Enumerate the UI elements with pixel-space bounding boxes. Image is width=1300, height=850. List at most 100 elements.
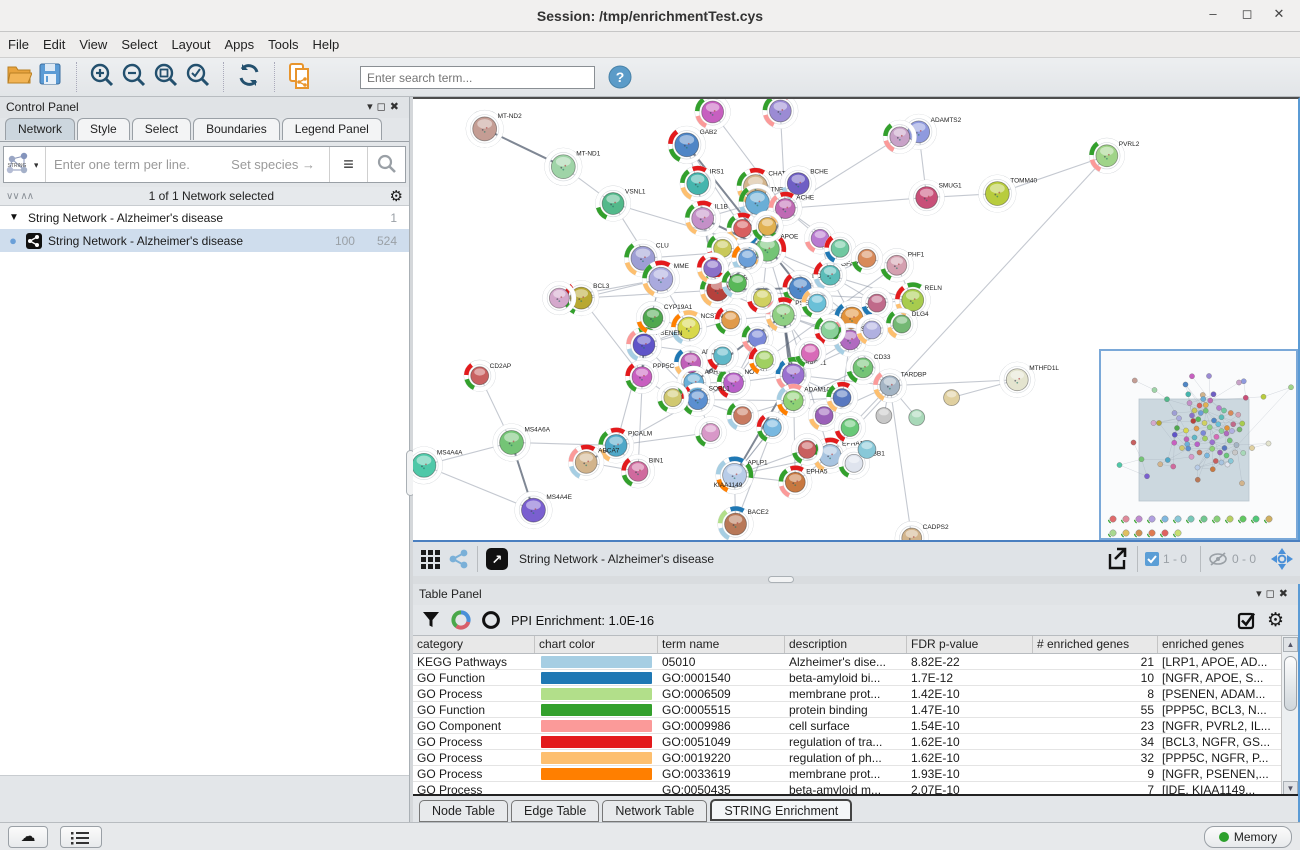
- select-terms-checkbox-icon[interactable]: [1237, 610, 1257, 630]
- tab-style[interactable]: Style: [77, 118, 130, 140]
- tab-legend-panel[interactable]: Legend Panel: [282, 118, 382, 140]
- export-view-icon[interactable]: [1104, 546, 1130, 572]
- table-scrollbar[interactable]: ▲ ▼: [1281, 636, 1298, 796]
- enrichment-row[interactable]: GO ProcessGO:0051049regulation of tra...…: [413, 734, 1298, 750]
- collapse-all-icon[interactable]: ∨∨: [6, 191, 19, 202]
- panel-close-icon[interactable]: ✖: [390, 101, 403, 113]
- maximize-button[interactable]: ◻: [1232, 6, 1262, 26]
- grid-view-icon[interactable]: [419, 548, 441, 570]
- query-options-icon[interactable]: ≡: [329, 147, 367, 182]
- cell: 8.82E-22: [907, 654, 1033, 669]
- save-session-icon[interactable]: [38, 62, 70, 92]
- zoom-in-icon[interactable]: [89, 62, 121, 92]
- column-header-fdr-p-value[interactable]: FDR p-value: [907, 636, 1033, 653]
- column-header-description[interactable]: description: [785, 636, 907, 653]
- selected-count-checkbox-icon[interactable]: [1145, 552, 1159, 566]
- column-header-term-name[interactable]: term name: [658, 636, 785, 653]
- enrichment-table[interactable]: categorychart colorterm namedescriptionF…: [413, 635, 1298, 796]
- cell: [LRP1, APOE, AD...: [1158, 654, 1283, 669]
- open-session-icon[interactable]: [6, 62, 38, 92]
- minimize-button[interactable]: –: [1198, 6, 1228, 26]
- birds-eye-view[interactable]: [1099, 349, 1298, 540]
- chart-color-cell: [535, 782, 658, 796]
- tab-node-table[interactable]: Node Table: [419, 800, 508, 822]
- network-selection-bar: ∨∨ ∧∧ 1 of 1 Network selected ⚙: [0, 187, 409, 206]
- panel-float-icon[interactable]: ◻: [377, 101, 390, 113]
- cell: 55: [1033, 702, 1158, 717]
- share-network-icon[interactable]: [448, 548, 470, 570]
- navigate-compass-icon[interactable]: [1270, 547, 1294, 571]
- panel-menu-icon[interactable]: ▾: [367, 101, 377, 113]
- enrichment-row[interactable]: GO ProcessGO:0050435beta-amyloid m...2.0…: [413, 782, 1298, 796]
- query-search-icon[interactable]: [367, 147, 405, 182]
- enrichment-row[interactable]: GO ProcessGO:0006509membrane prot...1.42…: [413, 686, 1298, 702]
- menu-layout[interactable]: Layout: [171, 37, 210, 52]
- help-icon[interactable]: ?: [608, 65, 632, 89]
- tree-expand-icon[interactable]: ▼: [0, 212, 28, 223]
- network-options-gear-icon[interactable]: ⚙: [390, 187, 403, 205]
- scroll-down-icon[interactable]: ▼: [1283, 781, 1298, 796]
- menu-apps[interactable]: Apps: [225, 37, 255, 52]
- menu-view[interactable]: View: [79, 37, 107, 52]
- close-button[interactable]: ✕: [1264, 6, 1294, 26]
- network-canvas[interactable]: MT-ND2MT-ND1VSNL1GAB2IRS1ADAMTS2CHATBCHE…: [413, 97, 1300, 540]
- filter-icon[interactable]: [421, 610, 441, 630]
- tab-string-enrichment[interactable]: STRING Enrichment: [710, 799, 852, 821]
- current-network-indicator: ●: [0, 233, 26, 248]
- tab-network[interactable]: Network: [5, 118, 75, 140]
- menu-help[interactable]: Help: [313, 37, 340, 52]
- tab-edge-table[interactable]: Edge Table: [511, 800, 599, 822]
- term-color-chip: [541, 656, 652, 668]
- cell: GO Function: [413, 702, 535, 717]
- menu-edit[interactable]: Edit: [43, 37, 65, 52]
- panel-close-icon[interactable]: ✖: [1279, 588, 1292, 600]
- string-query-input[interactable]: Enter one term per line.: [46, 157, 231, 172]
- task-history-button[interactable]: [60, 826, 102, 848]
- species-hint[interactable]: Set species →: [231, 157, 329, 172]
- enrichment-settings-gear-icon[interactable]: ⚙: [1267, 609, 1284, 632]
- scroll-up-icon[interactable]: ▲: [1283, 637, 1298, 652]
- tab-boundaries[interactable]: Boundaries: [193, 118, 280, 140]
- hidden-count-eye-off-icon[interactable]: [1208, 551, 1228, 567]
- column-header-chart-color[interactable]: chart color: [535, 636, 658, 653]
- network-collection-row[interactable]: ▼ String Network - Alzheimer's disease 1: [0, 206, 409, 229]
- expand-all-icon[interactable]: ∧∧: [20, 191, 33, 202]
- zoom-fit-icon[interactable]: [153, 62, 185, 92]
- column-header-category[interactable]: category: [413, 636, 535, 653]
- column-header-enriched-genes[interactable]: # enriched genes: [1033, 636, 1158, 653]
- detach-view-icon[interactable]: ↗: [485, 547, 509, 571]
- cloud-tasks-button[interactable]: ☁: [8, 826, 48, 848]
- menu-select[interactable]: Select: [121, 37, 157, 52]
- enrichment-row[interactable]: GO FunctionGO:0001540beta-amyloid bi...1…: [413, 670, 1298, 686]
- network-row[interactable]: ● String Network - Alzheimer's disease 1…: [0, 229, 409, 252]
- horizontal-splitter-handle[interactable]: [768, 576, 794, 583]
- menu-tools[interactable]: Tools: [268, 37, 298, 52]
- svg-text:BIN1: BIN1: [649, 457, 664, 464]
- tab-select[interactable]: Select: [132, 118, 191, 140]
- zoom-out-icon[interactable]: [121, 62, 153, 92]
- charts-pie-icon[interactable]: [451, 610, 471, 630]
- enrichment-row[interactable]: GO FunctionGO:0005515protein binding1.47…: [413, 702, 1298, 718]
- zoom-selected-icon[interactable]: [185, 62, 217, 92]
- enrichment-row[interactable]: GO ProcessGO:0033619membrane prot...1.93…: [413, 766, 1298, 782]
- tab-network-table[interactable]: Network Table: [602, 800, 707, 822]
- enrichment-row[interactable]: KEGG Pathways05010Alzheimer's dise...8.8…: [413, 654, 1298, 670]
- memory-button[interactable]: Memory: [1204, 826, 1292, 848]
- main-toolbar: ?: [0, 58, 1300, 97]
- svg-text:KIAA1149: KIAA1149: [714, 482, 743, 489]
- column-header-enriched-genes[interactable]: enriched genes: [1158, 636, 1283, 653]
- scrollbar-thumb[interactable]: [1284, 656, 1297, 711]
- import-network-icon[interactable]: [287, 62, 319, 92]
- rings-icon[interactable]: [481, 610, 501, 630]
- menu-file[interactable]: File: [8, 37, 29, 52]
- term-color-chip: [541, 752, 652, 764]
- cell: membrane prot...: [785, 686, 907, 701]
- string-logo-dropdown[interactable]: STRING▾: [4, 147, 46, 182]
- enrichment-row[interactable]: GO ProcessGO:0019220regulation of ph...1…: [413, 750, 1298, 766]
- term-color-chip: [541, 736, 652, 748]
- refresh-network-icon[interactable]: [236, 62, 268, 92]
- panel-menu-icon[interactable]: ▾: [1256, 588, 1266, 600]
- panel-float-icon[interactable]: ◻: [1266, 588, 1279, 600]
- enrichment-row[interactable]: GO ComponentGO:0009986cell surface1.54E-…: [413, 718, 1298, 734]
- search-input[interactable]: [360, 66, 595, 89]
